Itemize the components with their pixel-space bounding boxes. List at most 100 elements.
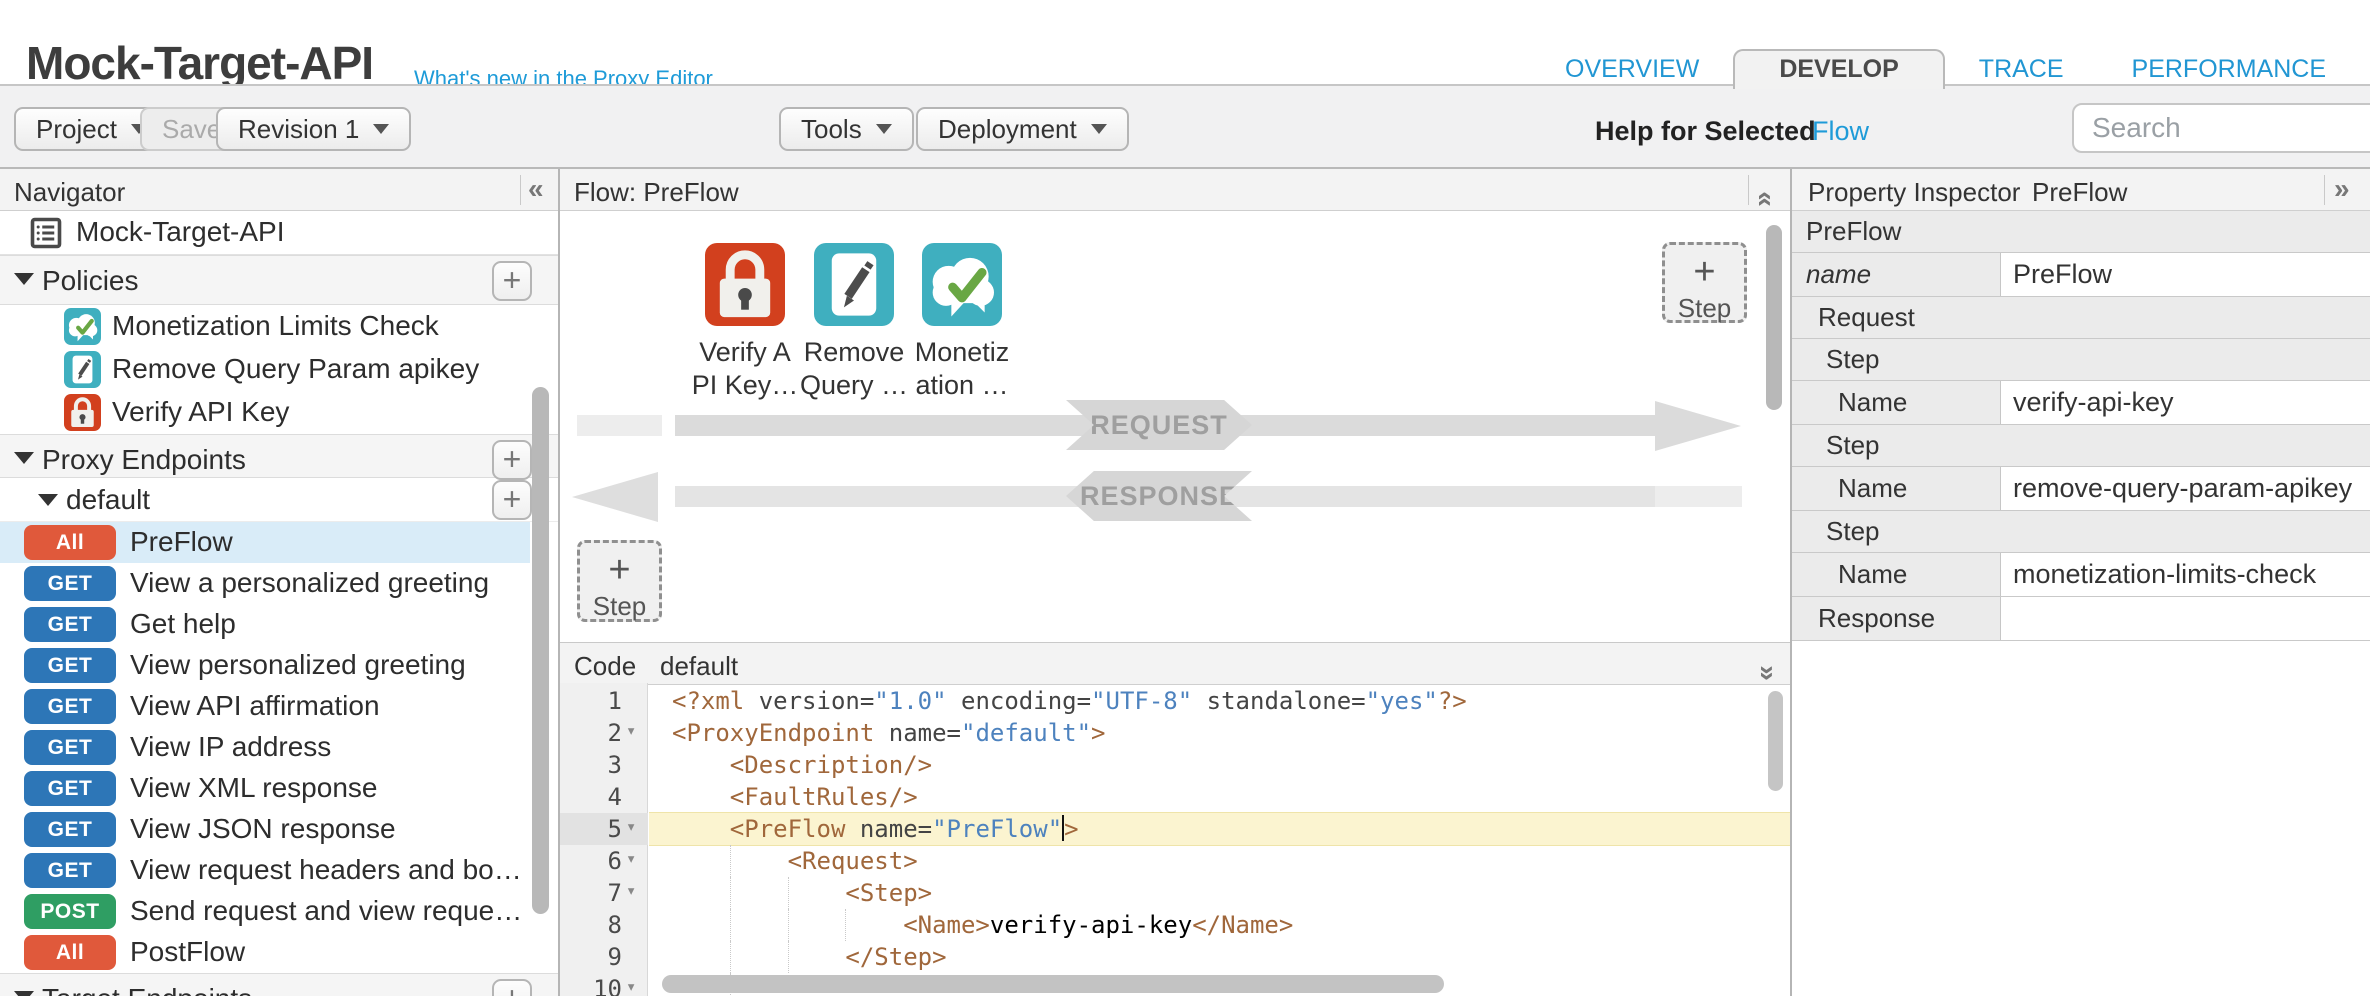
collapse-code-icon[interactable]: »: [1752, 665, 1784, 681]
navigator-endpoint-default[interactable]: default+: [0, 478, 558, 522]
revision-button[interactable]: Revision 1: [216, 107, 411, 151]
navigator-scrollbar[interactable]: [532, 387, 549, 914]
tools-button[interactable]: Tools: [779, 107, 914, 151]
inspector-field-value[interactable]: monetization-limits-check: [2000, 553, 2370, 596]
flow-label: View XML response: [130, 772, 377, 804]
method-badge: GET: [24, 771, 116, 806]
navigator-flow-item[interactable]: GETView personalized greeting: [0, 645, 558, 686]
inspector-section-label: Step: [1826, 425, 1880, 466]
inspector-section-label: Step: [1826, 339, 1880, 380]
chevron-down-icon: [14, 273, 34, 285]
navigator-flow-item[interactable]: GETGet help: [0, 604, 558, 645]
add-button[interactable]: +: [492, 480, 532, 520]
tab-trace[interactable]: TRACE: [1945, 50, 2098, 88]
code-line-text: <?xml version="1.0" encoding="UTF-8" sta…: [672, 685, 1467, 717]
add-button[interactable]: +: [492, 261, 532, 301]
flow-label: View a personalized greeting: [130, 567, 489, 599]
inspector-title: Property Inspector: [1808, 177, 2020, 208]
search-input[interactable]: [2072, 103, 2370, 153]
lock-icon[interactable]: [705, 243, 785, 326]
inspector-section-row: Step: [1792, 339, 2370, 381]
navigator-section-proxy-endpoints[interactable]: Proxy Endpoints+: [0, 434, 558, 478]
flow-label: Send request and view reque…: [130, 895, 522, 927]
inspector-subtitle: PreFlow: [2032, 177, 2127, 208]
add-step-button-response[interactable]: + Step: [577, 540, 662, 622]
main-tabs: OVERVIEWDEVELOPTRACEPERFORMANCE: [1531, 50, 2360, 88]
inspector-section-row: PreFlow: [1792, 211, 2370, 253]
navigator-flow-item[interactable]: GET View a personalized greeting: [0, 563, 558, 604]
navigator-item-label: Mock-Target-API: [76, 216, 285, 248]
flow-label: View JSON response: [130, 813, 396, 845]
inspector-field-value[interactable]: [2000, 597, 2370, 640]
code-line[interactable]: 6▾<Request>: [560, 845, 1790, 877]
code-line-text: <Description/>: [730, 749, 932, 781]
code-line[interactable]: 2▾<ProxyEndpoint name="default">: [560, 717, 1790, 749]
method-badge: GET: [24, 566, 116, 601]
method-badge: All: [24, 525, 116, 560]
navigator-policy-item[interactable]: Monetization Limits Check: [0, 305, 558, 348]
fold-toggle-icon[interactable]: ▾: [626, 875, 636, 907]
fold-toggle-icon[interactable]: ▾: [626, 715, 636, 747]
add-button[interactable]: +: [492, 440, 532, 480]
code-line-gutter: 3: [560, 749, 648, 781]
inspector-section-row: Request: [1792, 297, 2370, 339]
cloud-check-icon[interactable]: [922, 243, 1002, 326]
inspector-field-value[interactable]: PreFlow: [2000, 253, 2370, 296]
code-line[interactable]: 4<FaultRules/>: [560, 781, 1790, 813]
navigator-section-target-endpoints[interactable]: Target Endpoints+: [0, 973, 558, 996]
code-title: Code: [574, 651, 636, 682]
navigator-flow-item[interactable]: AllPreFlow: [0, 522, 530, 563]
line-number: 3: [560, 749, 622, 781]
code-line[interactable]: 8<Name>verify-api-key</Name>: [560, 909, 1790, 941]
add-button[interactable]: +: [492, 979, 532, 996]
code-line-gutter: 10▾: [560, 973, 648, 996]
navigator-flow-item[interactable]: GET View XML response: [0, 768, 558, 809]
code-line[interactable]: 5▾<PreFlow name="PreFlow">: [560, 813, 1790, 845]
tab-overview[interactable]: OVERVIEW: [1531, 50, 1733, 88]
navigator-flow-item[interactable]: GETView IP address: [0, 727, 558, 768]
tab-develop[interactable]: DEVELOP: [1733, 49, 1944, 89]
code-scrollbar-vertical[interactable]: [1768, 691, 1783, 791]
line-number: 7: [560, 877, 622, 909]
flow-scrollbar[interactable]: [1766, 225, 1782, 410]
code-line[interactable]: 7▾<Step>: [560, 877, 1790, 909]
code-line[interactable]: 1<?xml version="1.0" encoding="UTF-8" st…: [560, 685, 1790, 717]
add-step-button-request[interactable]: + Step: [1662, 242, 1747, 323]
inspector-field-value[interactable]: remove-query-param-apikey: [2000, 467, 2370, 510]
help-flow-link[interactable]: Flow: [1812, 116, 1869, 147]
navigator-flow-item[interactable]: POSTSend request and view reque…: [0, 891, 558, 932]
fold-toggle-icon[interactable]: ▾: [626, 811, 636, 843]
inspector-field-value[interactable]: verify-api-key: [2000, 381, 2370, 424]
navigator-flow-item[interactable]: AllPostFlow: [0, 932, 558, 973]
inspector-field-row: Namemonetization-limits-check: [1792, 553, 2370, 597]
navigator-flow-item[interactable]: GETView API affirmation: [0, 686, 558, 727]
tab-performance[interactable]: PERFORMANCE: [2098, 50, 2360, 88]
inspector-section-label: Step: [1826, 511, 1880, 552]
collapse-navigator-icon[interactable]: «: [528, 173, 544, 205]
inspector-field-row: namePreFlow: [1792, 253, 2370, 297]
navigator-flow-item[interactable]: GETView request headers and bo…: [0, 850, 558, 891]
request-bar-stub: [577, 415, 662, 436]
navigator-item-root[interactable]: Mock-Target-API: [0, 211, 558, 255]
fold-toggle-icon[interactable]: ▾: [626, 971, 636, 996]
inspector-field-label-cell: name: [1792, 253, 2000, 296]
flow-label: View API affirmation: [130, 690, 380, 722]
fold-toggle-icon[interactable]: ▾: [626, 843, 636, 875]
code-scrollbar-horizontal[interactable]: [662, 975, 1444, 993]
divider: [2324, 175, 2325, 205]
code-line[interactable]: 9</Step>: [560, 941, 1790, 973]
navigator-flow-item[interactable]: GETView JSON response: [0, 809, 558, 850]
navigator-policy-item[interactable]: Remove Query Param apikey: [0, 348, 558, 391]
navigator-section-policies[interactable]: Policies+: [0, 255, 558, 305]
navigator-policy-item[interactable]: Verify API Key: [0, 391, 558, 434]
deployment-button[interactable]: Deployment: [916, 107, 1129, 151]
code-line-gutter: 5▾: [560, 813, 648, 845]
code-line[interactable]: 3 <Description/>: [560, 749, 1790, 781]
line-number: 4: [560, 781, 622, 813]
expand-inspector-icon[interactable]: »: [2334, 173, 2350, 205]
pencil-icon[interactable]: [814, 243, 894, 326]
navigator-panel: Navigator « Mock-Target-APIPolicies+Mone…: [0, 169, 560, 996]
collapse-flow-icon[interactable]: «: [1750, 191, 1782, 207]
plus-icon: +: [580, 549, 659, 591]
page-title: Mock-Target-API: [26, 36, 373, 90]
